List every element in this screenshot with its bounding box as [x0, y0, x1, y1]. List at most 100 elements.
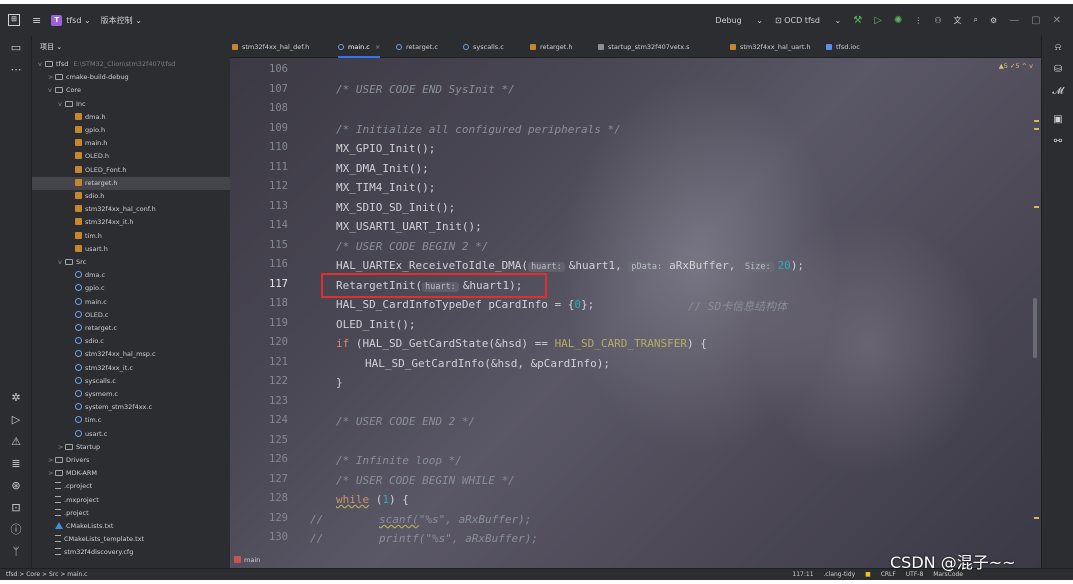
editor-scrollbar[interactable] — [1033, 298, 1037, 358]
chevron-right-icon[interactable]: > — [48, 467, 55, 480]
line-number[interactable]: 126 — [230, 453, 288, 465]
search-icon[interactable]: ⌕ — [974, 15, 978, 25]
hamburger-icon[interactable]: ≡ — [32, 14, 41, 27]
git-icon[interactable]: ᛘ — [8, 544, 24, 560]
line-number[interactable]: 115 — [230, 239, 288, 251]
cursor-position[interactable]: 117:11 — [792, 571, 813, 578]
breadcrumb[interactable]: tfsd > Core > Src > main.c — [6, 569, 87, 580]
run-panel-icon[interactable]: ▷ — [8, 412, 24, 428]
tab-startup-stm32f407vetx-s[interactable]: startup_stm32f407vetx.s — [598, 36, 690, 58]
debug-icon[interactable]: ✺ — [894, 15, 902, 26]
run-icon[interactable]: ▷ — [874, 15, 882, 26]
line-number[interactable]: 125 — [230, 434, 288, 446]
tree-item[interactable]: dma.c — [32, 269, 230, 282]
line-number[interactable]: 124 — [230, 414, 288, 426]
tree-item[interactable]: CMakeLists_template.txt — [32, 533, 230, 546]
tree-item[interactable]: main.h — [32, 137, 230, 150]
chevron-right-icon[interactable]: > — [48, 71, 55, 84]
tree-item[interactable]: sdio.c — [32, 335, 230, 348]
line-number[interactable]: 107 — [230, 83, 288, 95]
project-panel-header[interactable]: 项目 ⌄ — [32, 36, 230, 58]
tree-item[interactable]: tim.h — [32, 230, 230, 243]
tree-item[interactable]: gpio.h — [32, 124, 230, 137]
line-number[interactable]: 120 — [230, 336, 288, 348]
tree-item[interactable]: v Core — [32, 84, 230, 97]
line-number[interactable]: 106 — [230, 63, 288, 75]
tree-item[interactable]: stm32f4xx_it.h — [32, 216, 230, 229]
hammer-icon[interactable]: ⚒ — [853, 15, 862, 26]
line-number[interactable]: 108 — [230, 102, 288, 114]
tab-retarget-c[interactable]: retarget.c — [396, 36, 438, 58]
linter-status[interactable]: .clang-tidy — [823, 571, 855, 578]
project-switcher[interactable]: T tfsd ⌄ — [51, 14, 91, 26]
structure-icon[interactable]: ▣ — [1050, 112, 1066, 128]
tree-item[interactable]: v tfsd E:\STM32_Clion\stm32f407\tfsd — [32, 58, 230, 71]
chevron-right-icon[interactable]: > — [48, 454, 55, 467]
line-number[interactable]: 117 — [230, 278, 288, 290]
tree-item[interactable]: system_stm32f4xx.c — [32, 401, 230, 414]
tree-item[interactable]: OLED.h — [32, 150, 230, 163]
tab-retarget-h[interactable]: retarget.h — [530, 36, 572, 58]
chevron-down-icon[interactable]: v — [58, 98, 65, 111]
code-editor[interactable]: stm32f4xx_hal_def.h main.c × retarget.c sysc… — [230, 36, 1041, 568]
line-number[interactable]: 128 — [230, 492, 288, 504]
tree-item[interactable]: sysmem.c — [32, 388, 230, 401]
vcs-menu[interactable]: 版本控制 ⌄ — [101, 15, 142, 26]
tree-item[interactable]: syscalls.c — [32, 375, 230, 388]
tab-stm32f4xx-hal-def-h[interactable]: stm32f4xx_hal_def.h — [232, 36, 309, 58]
line-number[interactable]: 123 — [230, 395, 288, 407]
tree-item[interactable]: > MDK-ARM — [32, 467, 230, 480]
editor-breadcrumb[interactable]: main — [230, 553, 260, 568]
chevron-down-icon[interactable]: v — [58, 256, 65, 269]
line-number[interactable]: 118 — [230, 297, 288, 309]
services-icon[interactable]: ⊛ — [8, 478, 24, 494]
chevron-down-icon[interactable]: v — [38, 58, 45, 71]
folder-icon[interactable]: ▭ — [8, 40, 24, 56]
todo-icon[interactable]: ≣ — [8, 456, 24, 472]
tree-item[interactable]: tim.c — [32, 414, 230, 427]
tree-item[interactable]: usart.h — [32, 243, 230, 256]
gear-debug-icon[interactable]: ✲ — [8, 390, 24, 406]
tree-item[interactable]: stm32f4xx_it.c — [32, 362, 230, 375]
tree-item[interactable]: stm32f4xx_hal_msp.c — [32, 348, 230, 361]
problems-icon[interactable]: ⓘ — [8, 522, 24, 538]
inspection-widget[interactable]: ▲5 ✓5 ^ v — [999, 62, 1033, 70]
tree-item[interactable]: CMakeLists.txt — [32, 520, 230, 533]
add-user-icon[interactable]: ⚇ — [934, 16, 941, 25]
maximize-button[interactable]: ▢ — [1031, 15, 1040, 26]
line-number[interactable]: 113 — [230, 200, 288, 212]
tree-item[interactable]: main.c — [32, 296, 230, 309]
hierarchy-icon[interactable]: ⚯ — [1050, 134, 1066, 150]
line-number[interactable]: 112 — [230, 180, 288, 192]
tree-item[interactable]: > Startup — [32, 441, 230, 454]
translate-icon[interactable]: 文 — [954, 15, 962, 26]
tree-item[interactable]: dma.h — [32, 111, 230, 124]
tree-item[interactable]: .cproject — [32, 480, 230, 493]
close-button[interactable]: ✕ — [1053, 15, 1061, 26]
tree-item[interactable]: gpio.c — [32, 282, 230, 295]
gear-icon[interactable]: ⚙ — [990, 16, 997, 25]
tree-item[interactable]: v Src — [32, 256, 230, 269]
line-number[interactable]: 116 — [230, 258, 288, 270]
tree-item[interactable]: OLED_Font.h — [32, 164, 230, 177]
tree-item[interactable]: usart.c — [32, 428, 230, 441]
warning-icon[interactable]: ⚠ — [8, 434, 24, 450]
tree-item[interactable]: stm32f4discovery.cfg — [32, 546, 230, 559]
line-number[interactable]: 119 — [230, 317, 288, 329]
line-number[interactable]: 121 — [230, 356, 288, 368]
tree-item[interactable]: sdio.h — [32, 190, 230, 203]
close-icon[interactable]: × — [375, 43, 380, 51]
line-number[interactable]: 110 — [230, 141, 288, 153]
tree-item[interactable]: .mxproject — [32, 494, 230, 507]
tree-item[interactable]: > cmake-build-debug — [32, 71, 230, 84]
ide-logo-icon[interactable]: ⊞ — [8, 14, 20, 26]
tree-item[interactable]: .project — [32, 507, 230, 520]
ai-assistant-icon[interactable]: 𝓜 — [1050, 84, 1066, 100]
tree-item[interactable]: v Inc — [32, 98, 230, 111]
tab-stm32f4xx-hal-uart-h[interactable]: stm32f4xx_hal_uart.h — [730, 36, 811, 58]
line-number[interactable]: 114 — [230, 219, 288, 231]
line-number[interactable]: 129 — [230, 512, 288, 524]
tree-item[interactable]: OLED.c — [32, 309, 230, 322]
terminal-icon[interactable]: ⊡ — [8, 500, 24, 516]
more-icon[interactable]: ⋮ — [914, 16, 922, 25]
